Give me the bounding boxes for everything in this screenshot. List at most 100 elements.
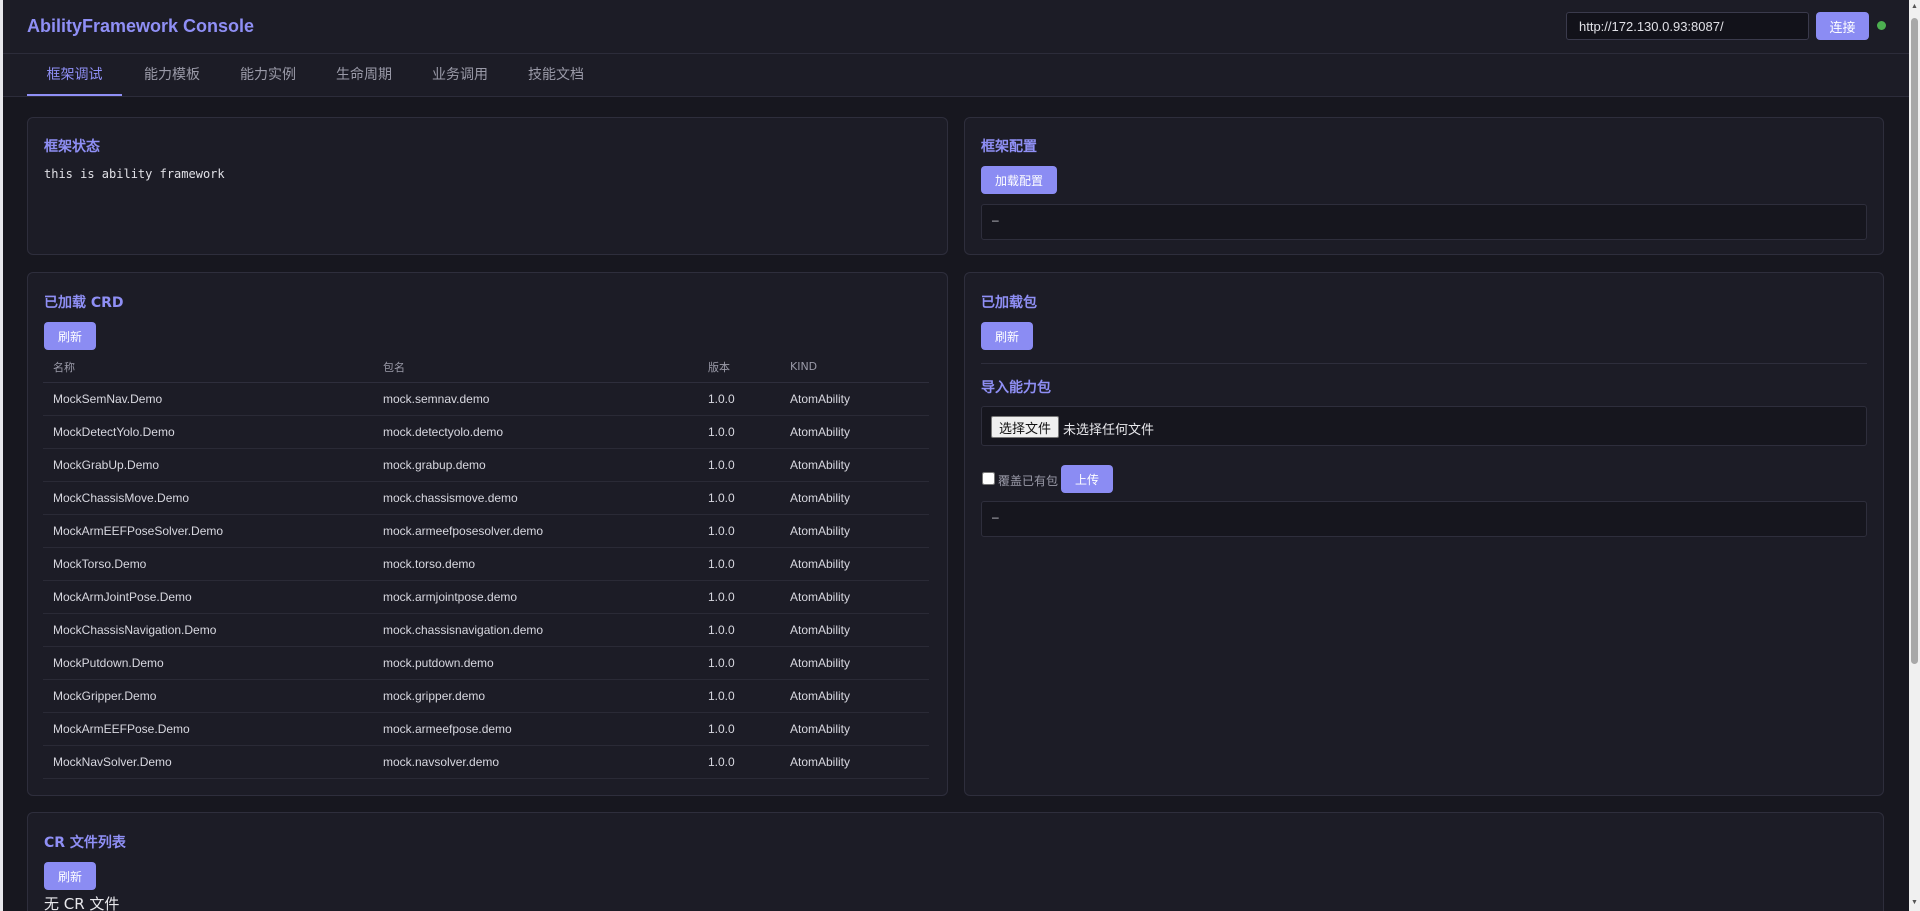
table-row: MockTorso.Demo mock.torso.demo 1.0.0 AtomAb… xyxy=(43,547,929,581)
cell-version: 1.0.0 xyxy=(698,514,780,548)
table-row: MockSemNav.Demo mock.semnav.demo 1.0.0 Atom… xyxy=(43,382,929,416)
connect-button[interactable]: 连接 xyxy=(1816,12,1869,40)
crd-refresh-button[interactable]: 刷新 xyxy=(44,322,96,350)
upload-button[interactable]: 上传 xyxy=(1061,465,1113,493)
cell-version: 1.0.0 xyxy=(698,646,780,680)
crd-table-body: MockSemNav.Demo mock.semnav.demo 1.0.0 Atom… xyxy=(43,382,929,779)
package-file-input[interactable]: 选择文件 未选择任何文件 xyxy=(981,406,1867,446)
cr-files-title: CR 文件列表 xyxy=(44,835,126,851)
cell-name: MockArmJointPose.Demo xyxy=(43,580,373,614)
column-header-version: 版本 xyxy=(698,352,780,383)
column-header-kind: KIND xyxy=(780,352,929,383)
cell-package: mock.armeefposesolver.demo xyxy=(373,514,698,548)
framework-status-card: 框架状态 this is ability framework xyxy=(27,117,948,255)
no-file-selected-text: 未选择任何文件 xyxy=(1063,423,1155,438)
cell-kind: AtomAbility xyxy=(780,580,929,614)
main-tabs: 框架调试 能力模板 能力实例 生命周期 业务调用 技能文档 xyxy=(3,54,1909,97)
scroll-down-arrow-icon[interactable]: ▼ xyxy=(1910,899,1919,906)
cell-version: 1.0.0 xyxy=(698,382,780,416)
cell-version: 1.0.0 xyxy=(698,613,780,647)
cell-kind: AtomAbility xyxy=(780,679,929,713)
app-title: AbilityFramework Console xyxy=(27,16,255,36)
config-output: – xyxy=(981,204,1867,240)
cell-name: MockArmEEFPose.Demo xyxy=(43,712,373,746)
cell-package: mock.putdown.demo xyxy=(373,646,698,680)
cell-package: mock.detectyolo.demo xyxy=(373,415,698,449)
framework-config-title: 框架配置 xyxy=(981,139,1037,155)
cell-name: MockGrabUp.Demo xyxy=(43,448,373,482)
server-url-input[interactable] xyxy=(1566,12,1809,40)
crd-table-header: 名称 包名 版本 KIND xyxy=(43,352,929,383)
scroll-up-arrow-icon[interactable]: ▲ xyxy=(1910,3,1919,10)
scrollbar-thumb[interactable] xyxy=(1911,18,1918,664)
framework-status-text: this is ability framework xyxy=(44,167,225,181)
cell-version: 1.0.0 xyxy=(698,679,780,713)
table-row: MockNavSolver.Demo mock.navsolver.demo 1.0… xyxy=(43,745,929,779)
table-row: MockArmJointPose.Demo mock.armjointpose.d… xyxy=(43,580,929,614)
cell-kind: AtomAbility xyxy=(780,514,929,548)
cell-kind: AtomAbility xyxy=(780,646,929,680)
tab-business-calls[interactable]: 业务调用 xyxy=(414,54,506,96)
cell-package: mock.torso.demo xyxy=(373,547,698,581)
cell-package: mock.chassisnavigation.demo xyxy=(373,613,698,647)
table-row: MockDetectYolo.Demo mock.detectyolo.demo 1… xyxy=(43,415,929,449)
packages-refresh-button[interactable]: 刷新 xyxy=(981,322,1033,350)
cell-kind: AtomAbility xyxy=(780,382,929,416)
app-header: AbilityFramework Console 连接 xyxy=(3,0,1909,54)
cell-version: 1.0.0 xyxy=(698,580,780,614)
table-row: MockChassisMove.Demo mock.chassismove.dem… xyxy=(43,481,929,515)
table-row: MockPutdown.Demo mock.putdown.demo 1.0.0 At… xyxy=(43,646,929,680)
cell-name: MockChassisNavigation.Demo xyxy=(43,613,373,647)
tab-skill-docs[interactable]: 技能文档 xyxy=(510,54,602,96)
column-header-name: 名称 xyxy=(43,352,373,383)
cr-files-card: CR 文件列表 刷新 无 CR 文件 xyxy=(27,812,1884,911)
cell-package: mock.armeefpose.demo xyxy=(373,712,698,746)
cell-kind: AtomAbility xyxy=(780,712,929,746)
connection-status-indicator xyxy=(1877,21,1886,30)
loaded-crd-title: 已加载 CRD xyxy=(44,295,124,311)
cell-package: mock.chassismove.demo xyxy=(373,481,698,515)
cell-kind: AtomAbility xyxy=(780,448,929,482)
cell-name: MockSemNav.Demo xyxy=(43,382,373,416)
cr-files-empty-text: 无 CR 文件 xyxy=(44,895,120,911)
cell-version: 1.0.0 xyxy=(698,448,780,482)
upload-output: – xyxy=(981,501,1867,537)
cell-name: MockArmEEFPoseSolver.Demo xyxy=(43,514,373,548)
cell-version: 1.0.0 xyxy=(698,481,780,515)
cell-kind: AtomAbility xyxy=(780,613,929,647)
overwrite-checkbox[interactable] xyxy=(982,472,995,485)
cell-package: mock.armjointpose.demo xyxy=(373,580,698,614)
tab-framework-debug[interactable]: 框架调试 xyxy=(27,54,122,96)
window-left-edge xyxy=(0,0,3,911)
cell-name: MockNavSolver.Demo xyxy=(43,745,373,779)
cell-package: mock.grabup.demo xyxy=(373,448,698,482)
cell-version: 1.0.0 xyxy=(698,712,780,746)
cell-package: mock.navsolver.demo xyxy=(373,745,698,779)
cell-name: MockGripper.Demo xyxy=(43,679,373,713)
cell-name: MockTorso.Demo xyxy=(43,547,373,581)
cr-refresh-button[interactable]: 刷新 xyxy=(44,862,96,890)
cell-name: MockDetectYolo.Demo xyxy=(43,415,373,449)
cell-kind: AtomAbility xyxy=(780,547,929,581)
table-row: MockArmEEFPoseSolver.Demo mock.armeefpose… xyxy=(43,514,929,548)
cell-version: 1.0.0 xyxy=(698,547,780,581)
packages-divider xyxy=(981,363,1867,364)
cell-name: MockChassisMove.Demo xyxy=(43,481,373,515)
framework-status-title: 框架状态 xyxy=(44,139,100,155)
tab-lifecycle[interactable]: 生命周期 xyxy=(318,54,410,96)
import-package-title: 导入能力包 xyxy=(981,380,1051,396)
cell-kind: AtomAbility xyxy=(780,481,929,515)
cell-package: mock.semnav.demo xyxy=(373,382,698,416)
table-row: MockChassisNavigation.Demo mock.chassisna… xyxy=(43,613,929,647)
framework-config-card: 框架配置 加载配置 – xyxy=(964,117,1884,255)
loaded-packages-card: 已加载包 刷新 导入能力包 – xyxy=(964,272,1884,796)
choose-file-button[interactable]: 选择文件 xyxy=(991,416,1060,438)
load-config-button[interactable]: 加载配置 xyxy=(981,166,1057,194)
table-row: MockGripper.Demo mock.gripper.demo 1.0.0 At… xyxy=(43,679,929,713)
overwrite-label: 覆盖已有包 xyxy=(998,474,1059,488)
crd-table: 名称 包名 版本 KIND MockSemNav.Demo mock.semnav… xyxy=(43,352,929,779)
table-row: MockArmEEFPose.Demo mock.armeefpose.demo 1… xyxy=(43,712,929,746)
cell-package: mock.gripper.demo xyxy=(373,679,698,713)
tab-ability-templates[interactable]: 能力模板 xyxy=(126,54,218,96)
tab-ability-instances[interactable]: 能力实例 xyxy=(222,54,314,96)
